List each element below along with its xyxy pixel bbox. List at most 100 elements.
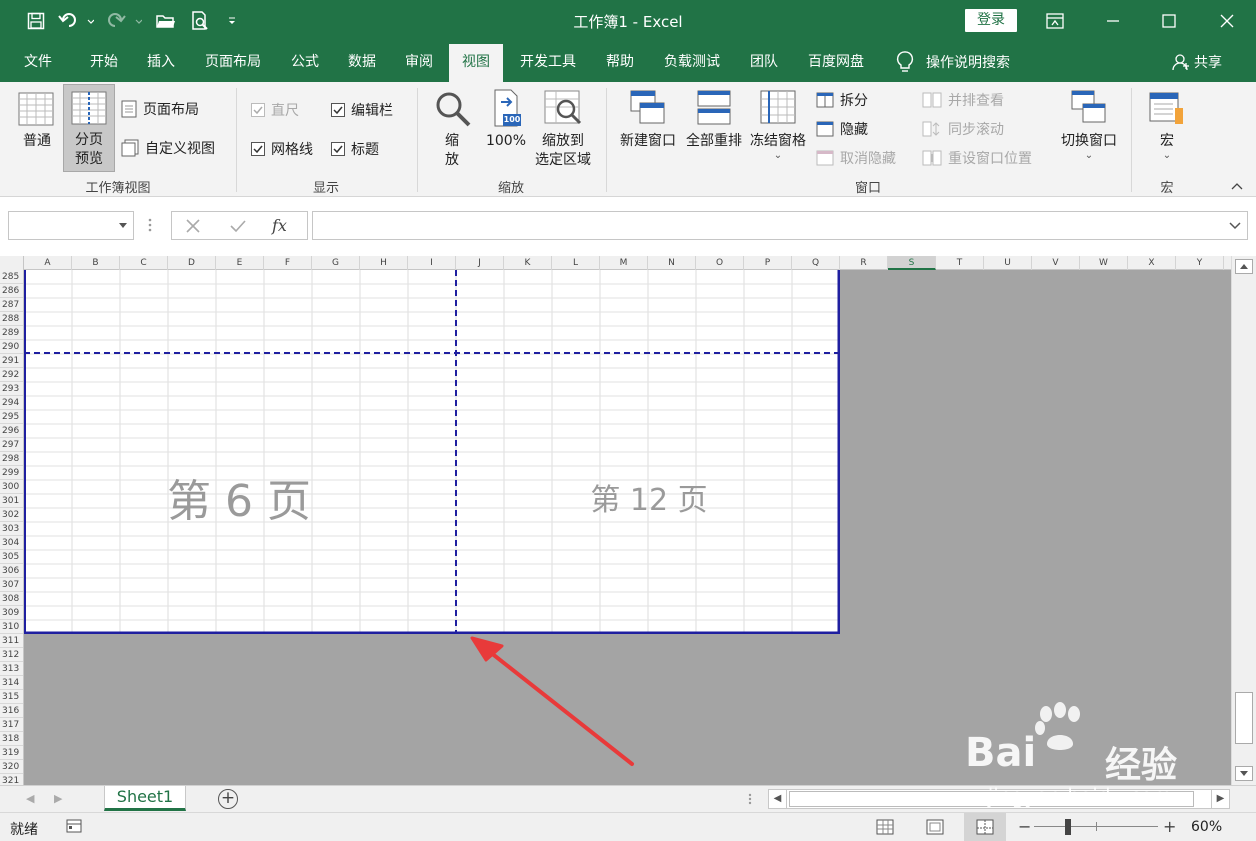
zoom-to-selection-button[interactable]: 缩放到 选定区域 (530, 88, 596, 174)
switch-windows-icon (1071, 90, 1106, 123)
expand-formula-bar-icon (1229, 222, 1241, 230)
status-bar: 就绪 − + 60% (0, 812, 1256, 841)
tab-baidu-pan[interactable]: 百度网盘 (796, 42, 876, 82)
macro-record-icon[interactable] (66, 819, 82, 837)
formula-bar-checkbox[interactable]: 编辑栏 (331, 100, 393, 120)
ribbon-tabs: 文件 开始 插入 页面布局 公式 数据 审阅 视图 开发工具 帮助 负载测试 团… (0, 42, 1256, 82)
maximize-icon[interactable] (1140, 0, 1198, 42)
page-break-preview-label-2: 预览 (75, 151, 103, 167)
customize-qat-icon[interactable] (222, 6, 242, 36)
sheet-scroll-left-icon[interactable]: ◀ (26, 792, 34, 805)
tab-data[interactable]: 数据 (333, 42, 391, 82)
new-window-button[interactable]: 新建窗口 (614, 88, 682, 158)
open-folder-icon[interactable] (152, 6, 180, 36)
cancel-icon[interactable] (186, 219, 200, 233)
print-preview-icon[interactable] (186, 6, 214, 36)
tab-help[interactable]: 帮助 (592, 42, 648, 82)
checkbox-box (331, 142, 345, 156)
reset-window-position-button[interactable]: 重设窗口位置 (922, 148, 1032, 168)
tab-insert[interactable]: 插入 (131, 42, 191, 82)
page-layout-view-button[interactable]: 页面布局 (121, 99, 199, 119)
switch-windows-label: 切换窗口 (1061, 133, 1117, 149)
ruler-checkbox[interactable]: 直尺 (251, 100, 299, 120)
zoom-button[interactable]: 缩 放 (430, 88, 474, 174)
login-button[interactable]: 登录 (965, 9, 1017, 32)
page-break-status-button[interactable] (964, 813, 1006, 841)
vertical-scrollbar[interactable] (1231, 256, 1256, 785)
scroll-right-button[interactable]: ▶ (1211, 790, 1229, 808)
tab-page-layout[interactable]: 页面布局 (193, 42, 273, 82)
zoom-in-icon[interactable]: + (1163, 817, 1176, 836)
sheet-tab-sheet1[interactable]: Sheet1 (104, 786, 186, 811)
ruler-label: 直尺 (271, 103, 299, 119)
gridlines-label: 网格线 (271, 142, 313, 158)
normal-view-status-icon[interactable] (876, 819, 894, 839)
share-button[interactable]: 共享 (1172, 52, 1222, 72)
normal-view-button[interactable]: 普通 (12, 88, 62, 168)
headings-label: 标题 (351, 142, 379, 158)
custom-views-label: 自定义视图 (145, 141, 215, 157)
headings-checkbox[interactable]: 标题 (331, 139, 379, 159)
group-separator (236, 88, 237, 192)
zoom-100-icon: 100 (489, 88, 523, 128)
macros-button[interactable]: 宏 ⌄ (1144, 88, 1190, 174)
ribbon-display-options-icon[interactable] (1026, 0, 1084, 42)
switch-windows-button[interactable]: 切换窗口 ⌄ (1056, 88, 1122, 174)
zoom-slider-thumb[interactable] (1065, 819, 1072, 835)
worksheet-grid[interactable]: ABCDEFGHIJKLMNOPQRSTUVWXY 285 286 287 288 28… (0, 256, 1256, 788)
sheet-scroll-right-icon[interactable]: ▶ (54, 792, 62, 805)
page-break-status-icon (976, 819, 994, 835)
checkbox-box (331, 103, 345, 117)
close-icon[interactable] (1198, 0, 1256, 42)
redo-icon[interactable] (104, 6, 144, 36)
macros-icon (1149, 92, 1183, 124)
insert-function-icon[interactable]: fx (272, 216, 287, 235)
split-button[interactable]: 拆分 (816, 90, 868, 110)
undo-icon[interactable] (56, 6, 96, 36)
collapse-ribbon-icon[interactable] (1230, 180, 1246, 194)
chevron-down-icon: ⌄ (1084, 150, 1094, 161)
save-icon[interactable] (22, 6, 50, 36)
unhide-button[interactable]: 取消隐藏 (816, 148, 896, 168)
zoom-level[interactable]: 60% (1191, 819, 1222, 835)
tab-home[interactable]: 开始 (74, 42, 134, 82)
arrange-all-button[interactable]: 全部重排 (682, 88, 746, 158)
scroll-left-button[interactable]: ◀ (769, 790, 787, 808)
view-side-by-side-button[interactable]: 并排查看 (922, 90, 1004, 110)
formula-bar-grip[interactable] (148, 216, 154, 234)
custom-views-button[interactable]: 自定义视图 (121, 138, 215, 158)
tab-load-test[interactable]: 负载测试 (652, 42, 732, 82)
tab-view[interactable]: 视图 (449, 44, 503, 82)
tab-team[interactable]: 团队 (736, 42, 792, 82)
page-break-preview-label-1: 分页 (75, 132, 103, 148)
zoom-out-icon[interactable]: − (1018, 817, 1031, 836)
vertical-scroll-thumb[interactable] (1235, 692, 1253, 744)
share-label: 共享 (1194, 55, 1222, 71)
tab-file[interactable]: 文件 (8, 42, 68, 82)
tab-review[interactable]: 审阅 (390, 42, 448, 82)
page-layout-status-icon[interactable] (926, 819, 944, 839)
custom-views-icon (121, 139, 139, 157)
gridlines-checkbox[interactable]: 网格线 (251, 139, 313, 159)
reset-position-label: 重设窗口位置 (948, 151, 1032, 167)
tab-split-grip[interactable] (748, 792, 754, 806)
tab-developer[interactable]: 开发工具 (508, 42, 588, 82)
window-group-label: 窗口 (854, 181, 881, 196)
scroll-up-button[interactable] (1235, 259, 1253, 274)
enter-icon[interactable] (230, 219, 246, 233)
minimize-icon[interactable] (1084, 0, 1142, 42)
formula-input[interactable] (312, 211, 1248, 240)
tell-me-search[interactable]: 操作说明搜索 (896, 42, 1010, 82)
hide-button[interactable]: 隐藏 (816, 119, 868, 139)
scroll-down-button[interactable] (1235, 766, 1253, 781)
name-box[interactable] (8, 211, 134, 240)
horizontal-scroll-thumb[interactable] (789, 791, 1194, 807)
synchronous-scrolling-button[interactable]: 同步滚动 (922, 119, 1004, 139)
page-break-preview-button[interactable]: 分页 预览 (63, 84, 115, 172)
add-sheet-icon[interactable]: + (218, 789, 238, 809)
tab-formulas[interactable]: 公式 (276, 42, 334, 82)
zoom-100-button[interactable]: 100 100% (480, 88, 532, 158)
horizontal-scrollbar[interactable]: ◀ ▶ (768, 789, 1230, 809)
sync-scroll-icon (922, 121, 940, 137)
freeze-panes-button[interactable]: 冻结窗格 ⌄ (746, 88, 810, 174)
